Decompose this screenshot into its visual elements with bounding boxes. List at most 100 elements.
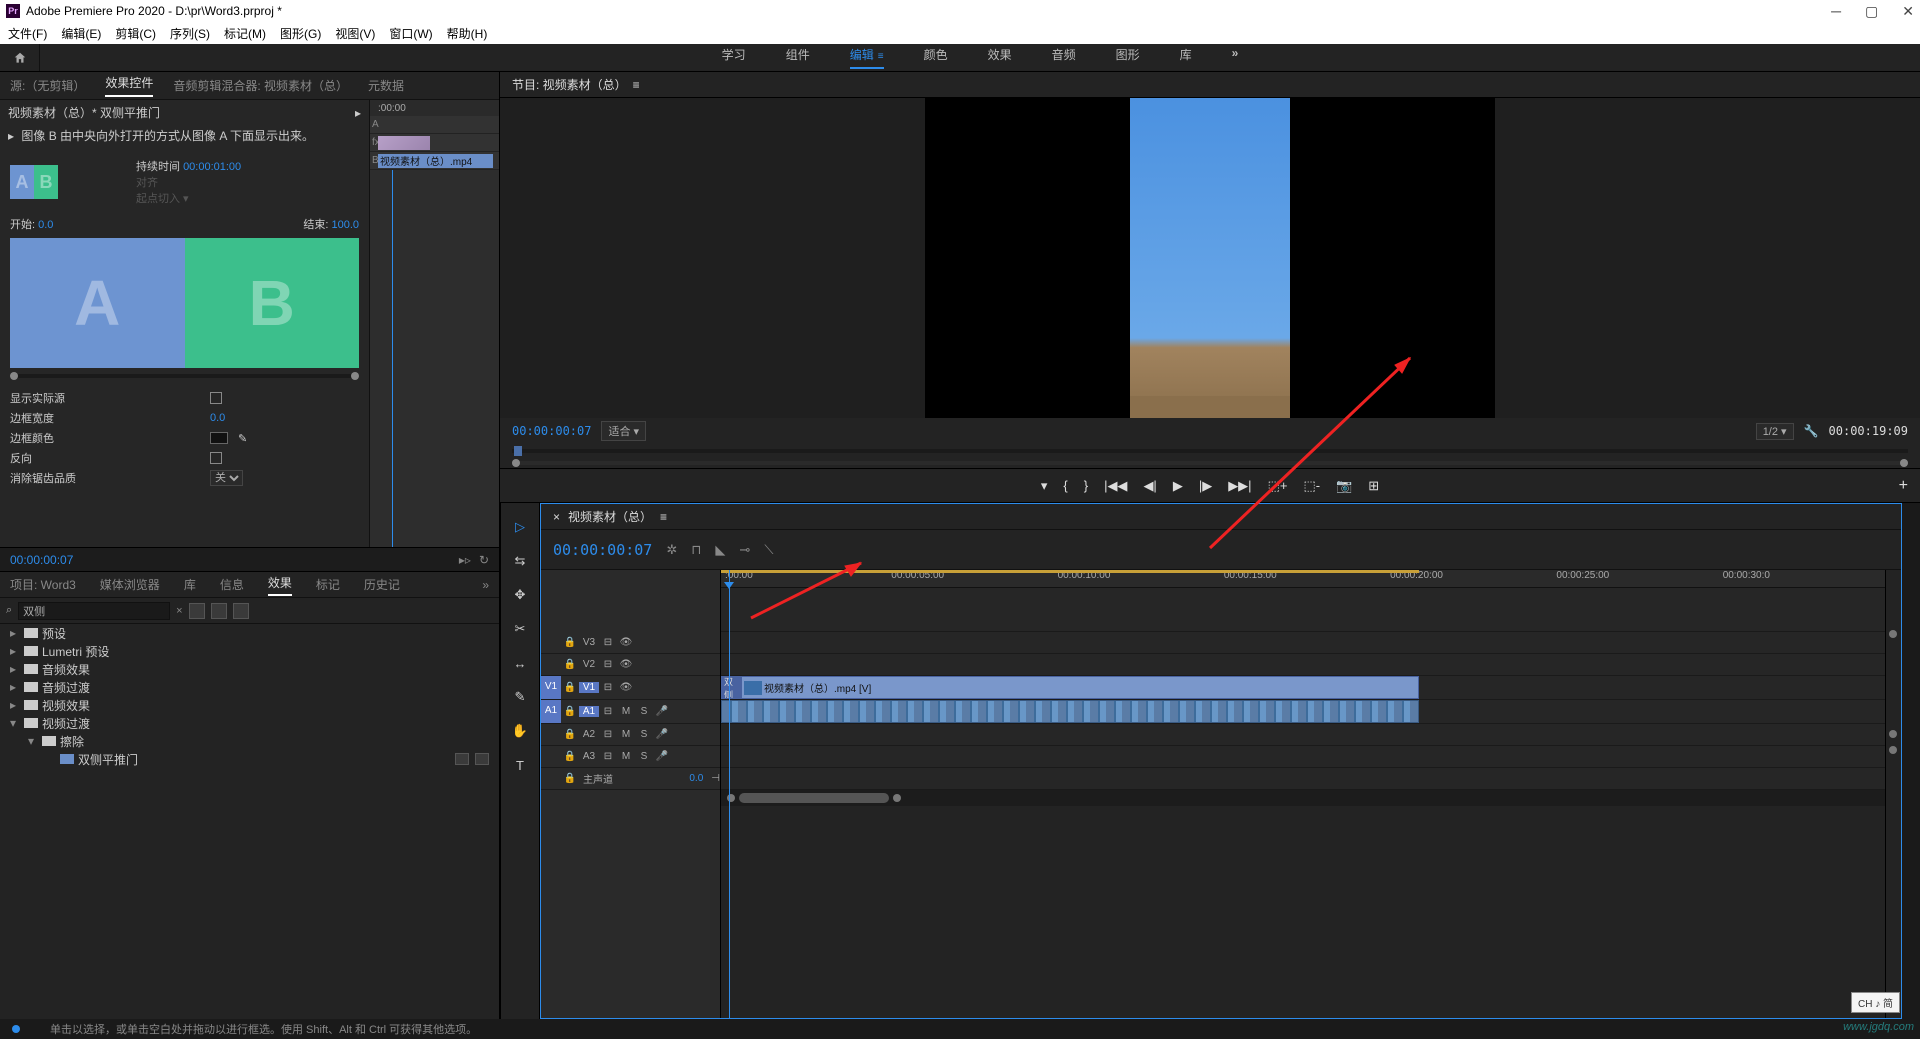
marker-button[interactable]: ▾ [1041, 478, 1048, 494]
effects-tree-item[interactable]: ▾视频过渡 [0, 714, 499, 732]
ripple-tool[interactable]: ✥ [510, 585, 530, 605]
play-button[interactable]: ▶ [1173, 478, 1183, 494]
menu-help[interactable]: 帮助(H) [447, 25, 488, 42]
mic-icon[interactable]: 🎤 [653, 751, 671, 762]
ec-preview-slider[interactable] [10, 374, 359, 378]
v1-transition[interactable]: 双侧 [722, 677, 742, 698]
tl-link-icon[interactable]: ⊓ [691, 542, 701, 558]
mic-icon[interactable]: 🎤 [653, 706, 671, 717]
type-tool[interactable]: T [510, 755, 530, 775]
program-resolution-select[interactable]: 1/2 ▾ [1756, 423, 1794, 440]
program-timecode-left[interactable]: 00:00:00:07 [512, 424, 591, 438]
v1-eye-icon[interactable]: 👁 [617, 682, 635, 693]
timeline-lanes[interactable]: :00:00 00:00:05:00 00:00:10:00 00:00:15:… [721, 570, 1886, 1018]
v1-source[interactable]: V1 [541, 676, 561, 699]
tab-history[interactable]: 历史记 [364, 576, 400, 593]
maximize-button[interactable]: ▢ [1865, 3, 1878, 20]
effects-tree-item[interactable]: ▸视频效果 [0, 696, 499, 714]
a2-sync-icon[interactable]: ⊟ [599, 729, 617, 740]
menu-file[interactable]: 文件(F) [8, 25, 47, 42]
extract-button[interactable]: ⬚- [1303, 478, 1320, 494]
effects-search-input[interactable] [18, 602, 170, 620]
tab-audio-mixer[interactable]: 音频剪辑混合器: 视频素材（总） [173, 77, 348, 94]
timeline-close-icon[interactable]: × [553, 510, 560, 524]
close-button[interactable]: ✕ [1902, 3, 1914, 20]
effects-tree-item[interactable]: ▸音频效果 [0, 660, 499, 678]
ec-icon-2[interactable]: ↻ [479, 553, 489, 567]
ec-bordercolor-swatch[interactable] [210, 432, 228, 444]
a2-target[interactable]: A2 [579, 729, 599, 740]
eyedropper-icon[interactable]: ✎ [238, 432, 247, 445]
ec-icon-1[interactable]: ▸▹ [459, 553, 471, 567]
mic-icon[interactable]: 🎤 [653, 729, 671, 740]
program-tab[interactable]: 节目: 视频素材（总） [512, 76, 627, 93]
selection-tool[interactable]: ▷ [510, 517, 530, 537]
a3-target[interactable]: A3 [579, 751, 599, 762]
tab-libraries[interactable]: 库 [184, 576, 196, 593]
timeline-ruler[interactable]: :00:00 00:00:05:00 00:00:10:00 00:00:15:… [721, 570, 1885, 588]
ws-learn[interactable]: 学习 [722, 46, 746, 69]
program-zoom-select[interactable]: 适合 ▾ [601, 421, 646, 441]
a1-source[interactable]: A1 [541, 700, 561, 723]
master-level-value[interactable]: 0.0 [689, 773, 703, 784]
lane-v3[interactable] [721, 632, 1885, 654]
effects-tree-item[interactable]: 双侧平推门 [0, 750, 499, 768]
export-frame-button[interactable]: 📷 [1336, 478, 1352, 494]
razor-tool[interactable]: ✂ [510, 619, 530, 639]
pen-tool[interactable]: ✎ [510, 687, 530, 707]
v3-sync-icon[interactable]: ⊟ [599, 637, 617, 648]
lock-icon[interactable]: 🔒 [561, 637, 579, 648]
ws-color[interactable]: 颜色 [924, 46, 948, 69]
ec-showsource-checkbox[interactable] [210, 392, 222, 404]
tab-metadata[interactable]: 元数据 [368, 77, 404, 94]
minimize-button[interactable]: ─ [1831, 3, 1841, 20]
ws-audio[interactable]: 音频 [1052, 46, 1076, 69]
ec-play-icon[interactable]: ▸ [355, 106, 361, 120]
v3-target[interactable]: V3 [579, 637, 599, 648]
a1-sync-icon[interactable]: ⊟ [599, 706, 617, 717]
timeline-sequence-tab[interactable]: 视频素材（总） [568, 508, 652, 525]
lock-icon[interactable]: 🔒 [561, 729, 579, 740]
ec-end-value[interactable]: 100.0 [331, 219, 359, 231]
lock-icon[interactable]: 🔒 [561, 682, 579, 693]
ec-duration-value[interactable]: 00:00:01:00 [183, 161, 241, 173]
menu-edit[interactable]: 编辑(E) [61, 25, 101, 42]
tl-settings-icon[interactable]: ⊸ [739, 542, 750, 558]
lane-a3[interactable] [721, 746, 1885, 768]
lift-button[interactable]: ⬚+ [1268, 478, 1288, 494]
ws-editing[interactable]: 编辑 [850, 46, 884, 69]
ec-transition-bar[interactable] [378, 136, 430, 150]
home-button[interactable] [0, 44, 40, 71]
ec-start-value[interactable]: 0.0 [38, 219, 53, 231]
goto-in-button[interactable]: |◀◀ [1104, 478, 1127, 494]
timeline-timecode[interactable]: 00:00:00:07 [553, 541, 652, 559]
program-scrubber[interactable] [500, 444, 1920, 458]
slip-tool[interactable]: ↔ [510, 653, 530, 673]
lane-a2[interactable] [721, 724, 1885, 746]
ws-assembly[interactable]: 组件 [786, 46, 810, 69]
effects-tree-item[interactable]: ▸Lumetri 预设 [0, 642, 499, 660]
a3-sync-icon[interactable]: ⊟ [599, 751, 617, 762]
tab-info[interactable]: 信息 [220, 576, 244, 593]
menu-sequence[interactable]: 序列(S) [170, 25, 210, 42]
menu-view[interactable]: 视图(V) [335, 25, 375, 42]
ws-libraries[interactable]: 库 [1180, 46, 1192, 69]
goto-out-button[interactable]: ▶▶| [1228, 478, 1251, 494]
project-tabs-overflow[interactable]: » [482, 578, 489, 592]
step-back-button[interactable]: ◀| [1143, 478, 1156, 494]
fx-filter-2-icon[interactable] [211, 603, 227, 619]
ime-badge[interactable]: CH ♪ 简 [1851, 992, 1900, 1013]
tab-source[interactable]: 源:（无剪辑） [10, 77, 85, 94]
effects-tree-item[interactable]: ▸预设 [0, 624, 499, 642]
ws-effects[interactable]: 效果 [988, 46, 1012, 69]
clear-search-icon[interactable]: × [176, 605, 182, 617]
ec-timecode[interactable]: 00:00:00:07 [10, 553, 73, 567]
v1-sync-icon[interactable]: ⊟ [599, 682, 617, 693]
lock-icon[interactable]: 🔒 [561, 751, 579, 762]
fx-filter-1-icon[interactable] [189, 603, 205, 619]
step-fwd-button[interactable]: |▶ [1199, 478, 1212, 494]
tl-snap-icon[interactable]: ✲ [666, 542, 677, 558]
ec-disclosure-icon[interactable]: ▸ [8, 129, 14, 143]
ec-borderwidth-value[interactable]: 0.0 [210, 412, 225, 424]
fx-filter-3-icon[interactable] [233, 603, 249, 619]
